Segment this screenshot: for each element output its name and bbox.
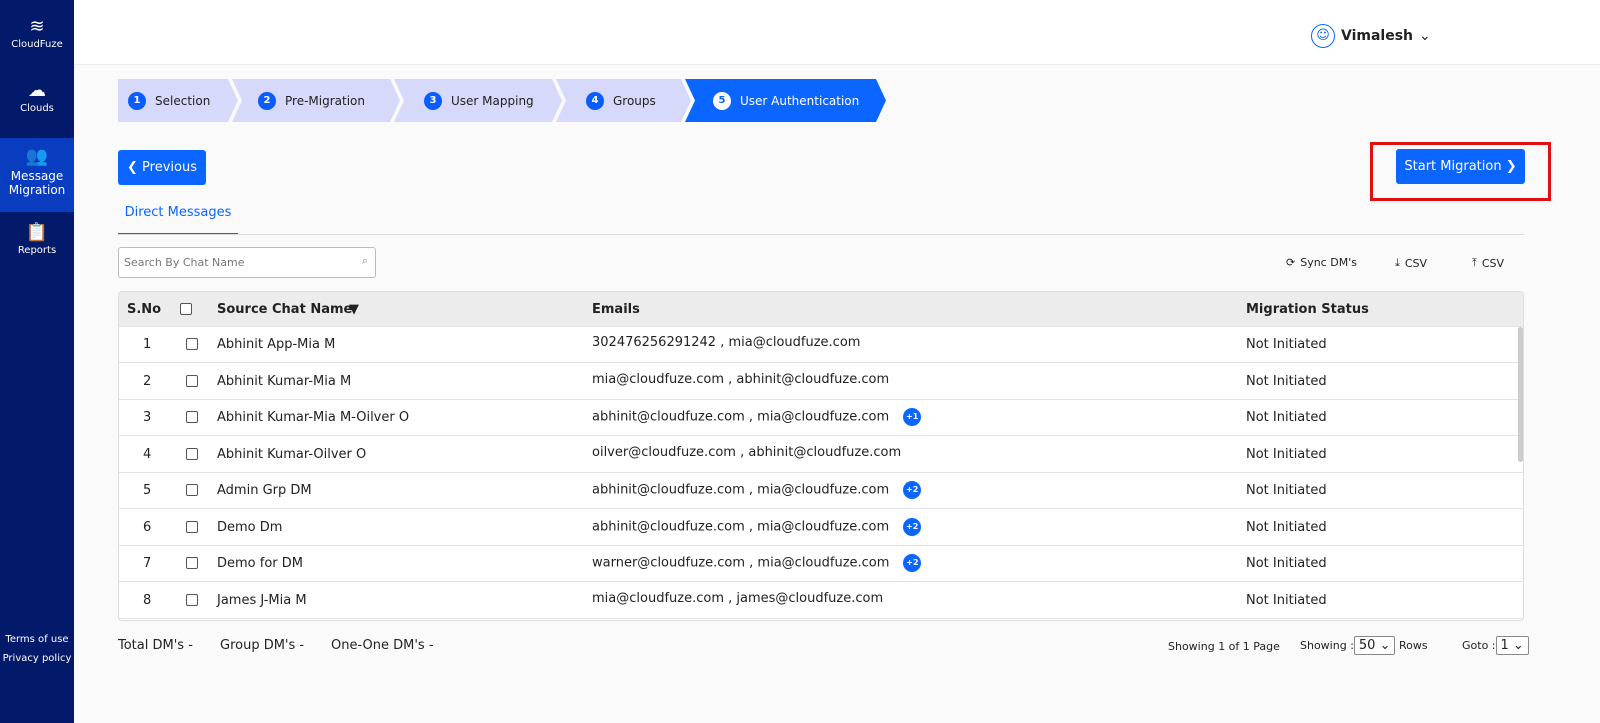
brand-logo[interactable]: ≋ CloudFuze (0, 16, 74, 50)
row-checkbox[interactable] (186, 520, 198, 533)
one-one-dms: One-One DM's - (331, 638, 434, 653)
stepper: 1 Selection 2 Pre-Migration 3 User Mapping … (118, 79, 880, 122)
more-emails-badge[interactable]: +2 (903, 517, 922, 536)
rows-per-page-select[interactable]: 50 ⌄ (1353, 636, 1396, 655)
user-avatar-icon: ☺ (1311, 24, 1335, 48)
tab-divider (118, 234, 1524, 235)
table-row: 6 Demo Dm abhinit@cloudfuze.com , mia@cl… (119, 510, 1523, 546)
tab-direct-messages[interactable]: Direct Messages (118, 205, 238, 235)
row-checkbox[interactable] (186, 338, 198, 350)
step-pre-migration[interactable]: 2 Pre-Migration (232, 79, 400, 122)
row-checkbox[interactable] (186, 447, 198, 460)
table-row: 5 Admin Grp DM abhinit@cloudfuze.com , m… (119, 473, 1523, 509)
search-icon: ⌕ (361, 254, 368, 267)
chevron-left-icon: ❮ (127, 160, 143, 175)
dm-table: S.No Source Chat Name ▼ Emails Migration… (118, 291, 1524, 621)
emails-cell: abhinit@cloudfuze.com , mia@cloudfuze.co… (592, 408, 922, 426)
goto-page-select[interactable]: 1 ⌄ (1495, 636, 1529, 655)
cloudfuze-logo-icon: ≋ (29, 16, 45, 37)
users-icon: 👥 (25, 146, 49, 167)
row-checkbox[interactable] (186, 557, 198, 569)
step-selection[interactable]: 1 Selection (118, 79, 238, 122)
more-emails-badge[interactable]: +1 (903, 408, 922, 426)
table-row: 1 Abhinit App-Mia M 302476256291242 , mi… (119, 327, 1523, 363)
emails-cell: mia@cloudfuze.com , james@cloudfuze.com (592, 590, 884, 606)
emails-cell: abhinit@cloudfuze.com , mia@cloudfuze.co… (592, 517, 922, 536)
select-all-checkbox[interactable] (180, 303, 192, 315)
table-header: S.No Source Chat Name ▼ Emails Migration… (119, 292, 1523, 327)
terms-link[interactable]: Terms of use (0, 634, 74, 645)
clipboard-icon: 📋 (25, 222, 49, 243)
sync-dms-button[interactable]: ⟳ Sync DM's (1286, 256, 1357, 269)
goto-control: Goto :1 ⌄ (1462, 636, 1529, 655)
total-dms: Total DM's - (118, 638, 193, 653)
sidebar-item-reports[interactable]: 📋 Reports (0, 222, 74, 256)
download-icon: ⤓ (1395, 256, 1400, 269)
emails-cell: abhinit@cloudfuze.com , mia@cloudfuze.co… (592, 481, 922, 499)
download-csv-button[interactable]: ⤓ CSV (1395, 256, 1427, 270)
table-row: 3 Abhinit Kumar-Mia M-Oilver O abhinit@c… (119, 400, 1523, 436)
upload-icon: ⤒ (1472, 256, 1477, 269)
user-menu[interactable]: ☺ Vimalesh ⌄ (1311, 24, 1431, 48)
row-checkbox[interactable] (186, 411, 198, 423)
table-scrollbar[interactable] (1518, 327, 1523, 462)
previous-button[interactable]: ❮ Previous (118, 150, 206, 185)
emails-cell: oilver@cloudfuze.com , abhinit@cloudfuze… (592, 444, 902, 460)
rows-control: Showing :50 ⌄ Rows (1300, 636, 1428, 655)
privacy-link[interactable]: Privacy policy (0, 653, 74, 664)
emails-cell: 302476256291242 , mia@cloudfuze.com (592, 335, 861, 350)
sidebar-item-clouds[interactable]: ☁ Clouds (0, 78, 74, 128)
search-input[interactable]: Search By Chat Name ⌕ (118, 247, 376, 278)
highlight-box (1370, 142, 1551, 201)
table-row: 8 James J-Mia M mia@cloudfuze.com , jame… (119, 583, 1523, 619)
emails-cell: warner@cloudfuze.com , mia@cloudfuze.com… (592, 554, 922, 572)
step-groups[interactable]: 4 Groups (556, 79, 691, 122)
sync-icon: ⟳ (1286, 256, 1296, 269)
chevron-down-icon: ⌄ (1419, 28, 1431, 44)
upload-csv-button[interactable]: ⤒ CSV (1472, 256, 1504, 270)
row-checkbox[interactable] (186, 374, 198, 387)
table-row: 4 Abhinit Kumar-Oilver O oilver@cloudfuz… (119, 437, 1523, 473)
step-user-authentication[interactable]: 5 User Authentication (685, 79, 886, 122)
sidebar-item-message-migration[interactable]: 👥 Message Migration (0, 138, 74, 212)
more-emails-badge[interactable]: +2 (903, 554, 922, 572)
table-row: 2 Abhinit Kumar-Mia M mia@cloudfuze.com … (119, 364, 1523, 400)
table-row: 7 Demo for DM warner@cloudfuze.com , mia… (119, 546, 1523, 582)
row-checkbox[interactable] (186, 484, 198, 496)
filter-icon[interactable]: ▼ (349, 302, 359, 317)
step-user-mapping[interactable]: 3 User Mapping (394, 79, 562, 122)
cloud-icon: ☁ (28, 80, 46, 101)
more-emails-badge[interactable]: +2 (903, 481, 922, 499)
sidebar: ≋ CloudFuze ☁ Clouds 👥 Message Migration 📋 R… (0, 0, 74, 723)
row-checkbox[interactable] (186, 593, 198, 606)
page-info: Showing 1 of 1 Page (1168, 640, 1280, 653)
emails-cell: mia@cloudfuze.com , abhinit@cloudfuze.co… (592, 371, 890, 387)
group-dms: Group DM's - (220, 638, 305, 653)
